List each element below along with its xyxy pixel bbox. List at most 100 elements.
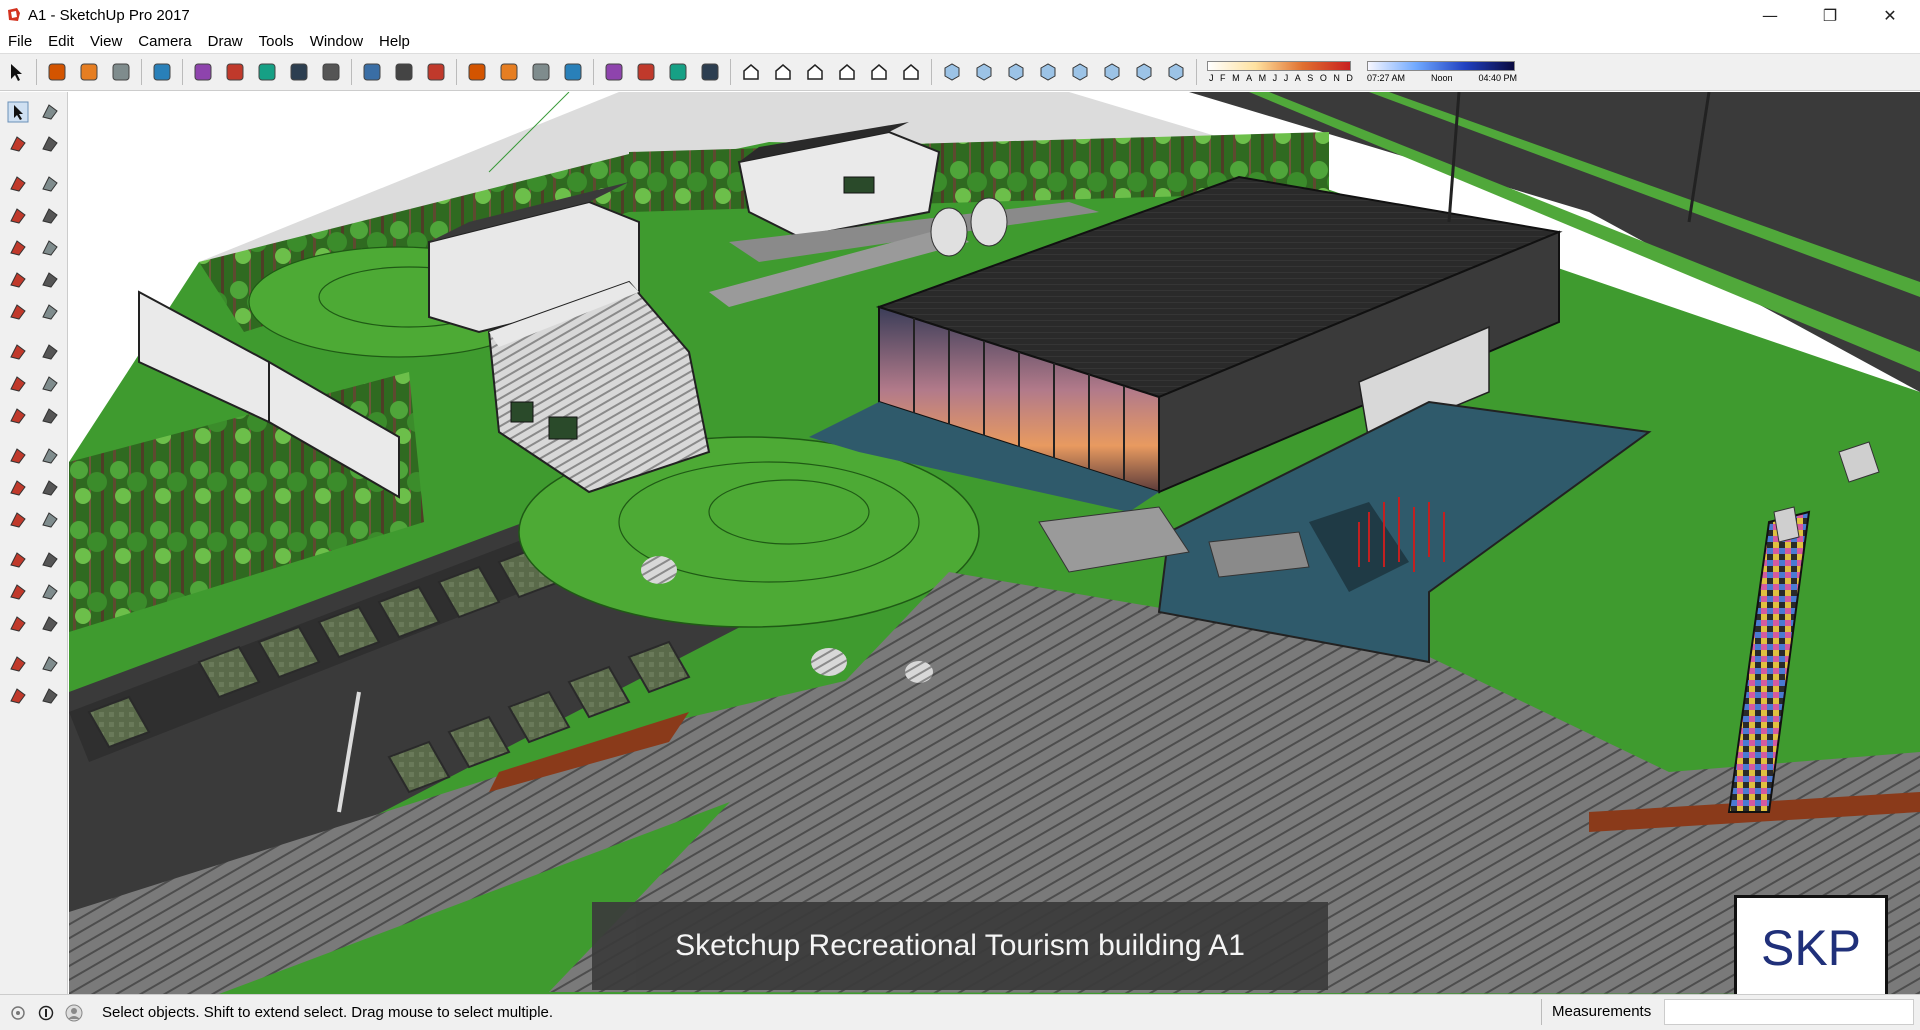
- pan-icon[interactable]: [34, 544, 66, 576]
- zoom-extents-icon[interactable]: [561, 60, 585, 84]
- rotated-rectangle-icon[interactable]: [34, 200, 66, 232]
- pie-icon[interactable]: [34, 296, 66, 328]
- menu-view[interactable]: View: [82, 33, 130, 50]
- rectangle-icon[interactable]: [2, 200, 34, 232]
- ruby-icon[interactable]: [698, 60, 722, 84]
- paint-bucket-icon[interactable]: [2, 128, 34, 160]
- month-label: A: [1294, 73, 1301, 83]
- freehand-icon[interactable]: [34, 168, 66, 200]
- pan-icon[interactable]: [497, 60, 521, 84]
- push-pull-icon[interactable]: [191, 60, 215, 84]
- circle-icon[interactable]: [2, 232, 34, 264]
- zoom-extents-icon[interactable]: [2, 608, 34, 640]
- text-icon[interactable]: [392, 60, 416, 84]
- measurements-input[interactable]: [1664, 999, 1914, 1025]
- shaded-icon[interactable]: [1068, 60, 1092, 84]
- xray-icon[interactable]: [940, 60, 964, 84]
- menu-help[interactable]: Help: [371, 33, 418, 50]
- section-plane-icon[interactable]: [34, 680, 66, 712]
- move-icon[interactable]: [2, 336, 34, 368]
- tape-measure-icon[interactable]: [2, 440, 34, 472]
- eraser-icon[interactable]: [34, 128, 66, 160]
- polygon-icon[interactable]: [34, 232, 66, 264]
- menu-edit[interactable]: Edit: [40, 33, 82, 50]
- model-viewport[interactable]: [69, 92, 1920, 994]
- extension-warehouse-icon[interactable]: [634, 60, 658, 84]
- toolbar-separator: [931, 59, 932, 85]
- close-button[interactable]: ✕: [1860, 0, 1920, 30]
- make-component-icon[interactable]: [34, 96, 66, 128]
- zoom-icon[interactable]: [529, 60, 553, 84]
- menu-file[interactable]: File: [0, 33, 40, 50]
- user-account-icon[interactable]: [64, 1003, 84, 1023]
- arc-icon[interactable]: [2, 264, 34, 296]
- look-around-icon[interactable]: [34, 648, 66, 680]
- month-label: M: [1232, 73, 1240, 83]
- three-point-arc-icon[interactable]: [2, 296, 34, 328]
- circle-icon[interactable]: [150, 60, 174, 84]
- dimension-icon[interactable]: [34, 440, 66, 472]
- hidden-line-icon[interactable]: [1036, 60, 1060, 84]
- share-model-icon[interactable]: [666, 60, 690, 84]
- menu-draw[interactable]: Draw: [200, 33, 251, 50]
- shaded-textures-icon[interactable]: [1100, 60, 1124, 84]
- tape-measure-icon[interactable]: [360, 60, 384, 84]
- scale-icon[interactable]: [2, 400, 34, 432]
- shadow-time-slider[interactable]: 07:27 AM Noon 04:40 PM: [1367, 58, 1517, 86]
- menu-window[interactable]: Window: [302, 33, 371, 50]
- front-view-icon[interactable]: [803, 60, 827, 84]
- select-icon[interactable]: [2, 96, 34, 128]
- orbit-icon[interactable]: [465, 60, 489, 84]
- axes-icon[interactable]: [2, 504, 34, 536]
- pencil-icon[interactable]: [77, 60, 101, 84]
- top-view-icon[interactable]: [771, 60, 795, 84]
- walk-icon[interactable]: [2, 680, 34, 712]
- position-camera-icon[interactable]: [2, 648, 34, 680]
- offset-icon[interactable]: [34, 400, 66, 432]
- skp-badge-text: SKP: [1760, 919, 1862, 976]
- restore-button[interactable]: ❐: [1800, 0, 1860, 30]
- warehouse-icon[interactable]: [602, 60, 626, 84]
- shadows-icon[interactable]: [1164, 60, 1188, 84]
- arc-icon[interactable]: [109, 60, 133, 84]
- toolbar-separator: [456, 59, 457, 85]
- push-pull-icon[interactable]: [34, 336, 66, 368]
- monochrome-icon[interactable]: [1132, 60, 1156, 84]
- zoom-window-icon[interactable]: [34, 576, 66, 608]
- shadow-date-slider[interactable]: JFMAMJJASOND: [1207, 58, 1353, 86]
- menu-camera[interactable]: Camera: [130, 33, 199, 50]
- back-view-icon[interactable]: [867, 60, 891, 84]
- two-point-arc-icon[interactable]: [34, 264, 66, 296]
- iso-view-icon[interactable]: [739, 60, 763, 84]
- geo-location-icon[interactable]: [8, 1003, 28, 1023]
- toolbar-separator: [141, 59, 142, 85]
- month-label: A: [1246, 73, 1253, 83]
- minimize-button[interactable]: —: [1740, 0, 1800, 30]
- left-view-icon[interactable]: [899, 60, 923, 84]
- pencil-icon[interactable]: [2, 168, 34, 200]
- 3d-text-icon[interactable]: [34, 504, 66, 536]
- rotate-icon[interactable]: [287, 60, 311, 84]
- text-icon[interactable]: [34, 472, 66, 504]
- back-edges-icon[interactable]: [972, 60, 996, 84]
- paint-bucket-icon[interactable]: [424, 60, 448, 84]
- wireframe-icon[interactable]: [1004, 60, 1028, 84]
- eraser-icon[interactable]: [45, 60, 69, 84]
- follow-me-icon[interactable]: [34, 368, 66, 400]
- protractor-icon[interactable]: [2, 472, 34, 504]
- measurements-label: Measurements: [1552, 1003, 1652, 1020]
- right-view-icon[interactable]: [835, 60, 859, 84]
- tool-group-gap: [2, 536, 66, 544]
- move-icon[interactable]: [255, 60, 279, 84]
- zoom-icon[interactable]: [2, 576, 34, 608]
- time-gradient: [1367, 61, 1515, 71]
- follow-me-icon[interactable]: [223, 60, 247, 84]
- scale-icon[interactable]: [319, 60, 343, 84]
- select-icon[interactable]: [4, 60, 28, 84]
- rotate-icon[interactable]: [2, 368, 34, 400]
- month-label: J: [1283, 73, 1289, 83]
- orbit-icon[interactable]: [2, 544, 34, 576]
- previous-view-icon[interactable]: [34, 608, 66, 640]
- credits-icon[interactable]: [36, 1003, 56, 1023]
- menu-tools[interactable]: Tools: [251, 33, 302, 50]
